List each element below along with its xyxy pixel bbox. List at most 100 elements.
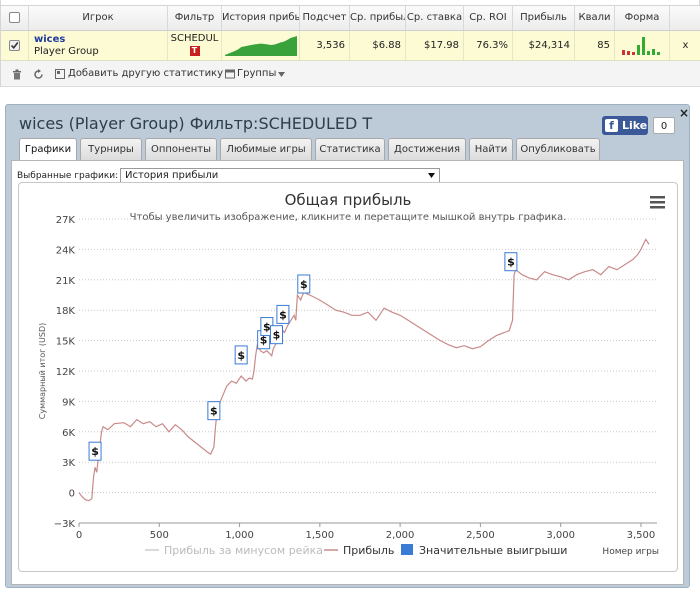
x-tick-label: 500: [150, 530, 169, 541]
y-tick-label: 0: [69, 489, 75, 500]
x-tick-label: 2,500: [466, 530, 495, 541]
tab-item[interactable]: Турниры: [80, 138, 142, 160]
tab-item[interactable]: Любимые игры: [220, 138, 312, 160]
x-tick-label: 3,500: [627, 530, 656, 541]
chevron-down-icon[interactable]: [278, 72, 285, 77]
tab-charts[interactable]: Графики: [19, 138, 77, 161]
y-tick-label: 18K: [56, 306, 76, 317]
tab-item[interactable]: Статистика: [315, 138, 385, 160]
x-tick-label: 2,000: [386, 530, 415, 541]
remove-player-link[interactable]: x: [670, 31, 700, 60]
header-avg-profit[interactable]: Ср. прибыл: [350, 6, 406, 30]
chart-select-value: История прибыли: [125, 170, 219, 181]
avg-profit-value: $6.88: [350, 31, 406, 60]
tab-item[interactable]: Оппоненты: [145, 138, 217, 160]
chart-select[interactable]: История прибыли: [120, 168, 440, 183]
row-checkbox[interactable]: [9, 40, 20, 51]
x-tick-label: 1,000: [225, 530, 254, 541]
qualification-value: 85: [575, 31, 615, 60]
x-axis-label: Номер игры: [602, 547, 659, 557]
profit-history-sparkline: [225, 36, 297, 56]
significant-win-marker[interactable]: $: [504, 252, 518, 272]
filter-cell[interactable]: SCHEDUL T: [168, 31, 222, 60]
form-bar: [652, 49, 655, 55]
chart-menu-icon[interactable]: [650, 196, 665, 209]
player-name-link[interactable]: wices: [34, 33, 167, 46]
svg-text:$: $: [91, 445, 99, 458]
add-stats-link[interactable]: Добавить другую статистику: [68, 68, 223, 79]
tab-item[interactable]: Опубликовать: [516, 138, 600, 160]
selected-charts-label: Выбранные графики:: [17, 171, 119, 181]
header-avg-roi[interactable]: Ср. ROI: [464, 6, 513, 30]
facebook-icon: f: [605, 119, 618, 132]
refresh-icon[interactable]: [33, 69, 44, 80]
profit-value: $24,314: [513, 31, 575, 60]
header-remove: [670, 6, 700, 30]
form-bar: [657, 52, 660, 55]
player-details-window: wices (Player Group) Фильтр:SCHEDULED T …: [5, 104, 690, 588]
svg-text:Значительные выигрыши: Значительные выигрыши: [419, 544, 567, 557]
add-stats-icon[interactable]: [55, 69, 65, 79]
header-history[interactable]: История прибыл: [222, 6, 300, 30]
header-count[interactable]: Подсчет: [300, 6, 350, 30]
chart-title: Общая прибыль: [285, 191, 412, 209]
header-avg-stake[interactable]: Ср. ставка: [406, 6, 464, 30]
filter-icon[interactable]: T: [189, 46, 200, 56]
header-qualification[interactable]: Квали: [575, 6, 615, 30]
player-cell[interactable]: wices Player Group: [29, 31, 168, 60]
legend-item-significant-wins[interactable]: Значительные выигрыши: [401, 544, 567, 557]
significant-win-marker[interactable]: $: [297, 274, 311, 294]
profit-chart[interactable]: Общая прибыль Чтобы увеличить изображение…: [19, 183, 677, 571]
y-tick-label: 21K: [56, 276, 76, 287]
form-bar: [642, 37, 645, 55]
form-bar: [637, 45, 640, 55]
svg-text:Прибыль за минусом рейка: Прибыль за минусом рейка: [164, 544, 323, 557]
close-icon[interactable]: ×: [679, 106, 689, 120]
y-tick-label: 15K: [56, 337, 76, 348]
groups-menu[interactable]: Группы: [237, 68, 276, 79]
chart-subtitle: Чтобы увеличить изображение, кликните и …: [130, 212, 567, 223]
legend-item-profit[interactable]: Прибыль: [324, 544, 394, 557]
significant-win-marker[interactable]: $: [269, 325, 283, 345]
svg-text:Прибыль: Прибыль: [343, 544, 394, 557]
y-tick-label: 12K: [56, 367, 76, 378]
facebook-like-count: 0: [653, 117, 675, 134]
select-all-checkbox[interactable]: [9, 12, 20, 23]
tab-item[interactable]: Достижения: [388, 138, 466, 160]
svg-text:$: $: [279, 308, 287, 321]
x-tick-label: 0: [76, 530, 82, 541]
form-bar: [622, 50, 625, 55]
significant-win-marker[interactable]: $: [207, 401, 221, 421]
header-player[interactable]: Игрок: [29, 6, 168, 30]
header-profit[interactable]: Прибыль: [513, 6, 575, 30]
chart-container[interactable]: Общая прибыль Чтобы увеличить изображение…: [18, 182, 678, 572]
x-tick-label: 1,500: [306, 530, 335, 541]
trash-icon[interactable]: [12, 69, 22, 80]
count-value: 3,536: [300, 31, 350, 60]
x-tick-label: 3,000: [546, 530, 575, 541]
header-form[interactable]: Форма: [615, 6, 670, 30]
avg-stake-value: $17.98: [406, 31, 464, 60]
svg-text:$: $: [237, 349, 245, 362]
table-row[interactable]: wices Player Group SCHEDUL T 3,536 $6.88…: [1, 31, 700, 61]
form-bar: [627, 51, 630, 55]
groups-icon[interactable]: [225, 69, 235, 79]
header-select-all[interactable]: [1, 6, 29, 30]
form-cell: [615, 31, 670, 60]
significant-win-marker[interactable]: $: [276, 304, 290, 324]
sparkline-area: [225, 36, 297, 56]
svg-text:$: $: [263, 321, 271, 334]
legend-item-net-profit[interactable]: Прибыль за минусом рейка: [145, 544, 323, 557]
chevron-down-icon[interactable]: [428, 173, 435, 178]
header-filter[interactable]: Фильтр: [168, 6, 222, 30]
stats-table-header: Игрок Фильтр История прибыл Подсчет Ср. …: [1, 5, 700, 31]
svg-text:$: $: [300, 278, 308, 291]
y-axis-label: Суммарный итог (USD): [38, 323, 47, 420]
tab-item[interactable]: Найти: [469, 138, 513, 160]
y-tick-label: 24K: [56, 245, 76, 256]
stats-table: Игрок Фильтр История прибыл Подсчет Ср. …: [0, 0, 700, 87]
significant-win-marker[interactable]: $: [88, 441, 102, 461]
significant-win-marker[interactable]: $: [234, 345, 248, 365]
facebook-like-button[interactable]: f Like: [602, 116, 648, 135]
row-select-cell[interactable]: [1, 31, 29, 60]
